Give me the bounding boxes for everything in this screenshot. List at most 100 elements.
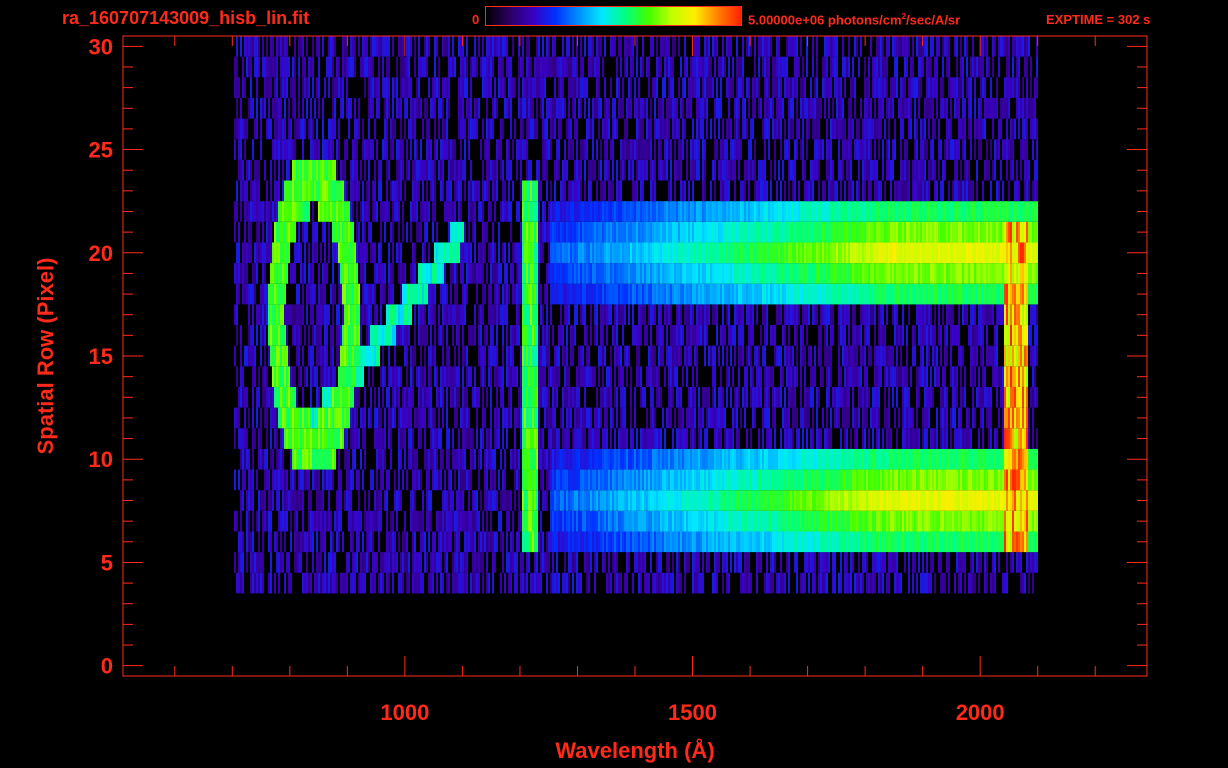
heatmap-cell [464,510,466,532]
heatmap-cell [342,572,344,594]
heatmap-cell [394,469,396,491]
heatmap-cell [756,386,758,408]
heatmap-cell [408,283,410,305]
heatmap-cell [488,345,490,367]
heatmap-cell [246,283,248,305]
heatmap-cell [298,242,300,264]
heatmap-cell [844,510,846,532]
heatmap-cell [264,325,266,346]
heatmap-cell [986,531,988,553]
heatmap-cell [826,469,828,491]
heatmap-cell [326,304,328,326]
heatmap-cell [952,490,954,511]
heatmap-cell [310,572,312,594]
heatmap-cell [630,283,632,305]
heatmap-cell [444,490,446,511]
heatmap-cell [572,531,574,553]
heatmap-cell [608,572,610,594]
heatmap-cell [872,428,874,449]
heatmap-cell [390,304,392,326]
heatmap-cell [378,510,380,532]
heatmap-cell [444,552,446,573]
heatmap-cell [678,283,680,305]
heatmap-cell [964,263,966,284]
heatmap-cell [708,283,710,305]
heatmap-cell [440,325,442,346]
heatmap-cell [774,552,776,573]
heatmap-cell [586,572,588,594]
heatmap-cell [510,345,512,367]
heatmap-cell [490,345,492,367]
heatmap-cell [652,469,654,491]
heatmap-cell [1008,283,1010,305]
heatmap-cell [956,386,958,408]
heatmap-cell [502,531,504,553]
heatmap-cell [836,510,838,532]
heatmap-cell [324,469,326,491]
heatmap-cell [556,572,558,594]
heatmap-cell [752,490,754,511]
heatmap-cell [904,490,906,511]
heatmap-cell [1020,428,1022,449]
heatmap-cell [696,510,698,532]
heatmap-cell [658,283,660,305]
heatmap-cell [680,469,682,491]
heatmap-cell [708,510,710,532]
heatmap-cell [546,283,548,305]
heatmap-cell [374,428,376,449]
heatmap-cell [490,366,492,387]
heatmap-cell [710,510,712,532]
heatmap-cell [388,428,390,449]
heatmap-cell [348,510,350,532]
heatmap-cell [718,386,720,408]
heatmap-cell [366,510,368,532]
heatmap-cell [488,490,490,511]
heatmap-cell [880,263,882,284]
heatmap-cell [864,531,866,553]
heatmap-cell [672,531,674,553]
heatmap-cell [276,552,278,573]
heatmap-cell [856,407,858,429]
heatmap-cell [302,304,304,326]
heatmap-cell [1034,325,1036,346]
heatmap-cell [814,552,816,573]
heatmap-cell [948,469,950,491]
heatmap-cell [722,304,724,326]
heatmap-cell [832,510,834,532]
heatmap-cell [334,510,336,532]
heatmap-cell [564,448,566,470]
heatmap-cell [722,572,724,594]
heatmap-cell [908,386,910,408]
heatmap-cell [812,531,814,553]
heatmap-cell [650,366,652,387]
heatmap-cell [874,490,876,511]
heatmap-cell [414,304,416,326]
heatmap-cell [556,552,558,573]
heatmap-cell [614,428,616,449]
heatmap-cell [708,263,710,284]
heatmap-cell [536,428,538,449]
heatmap-cell [900,469,902,491]
heatmap-cell [610,490,612,511]
heatmap-cell [424,428,426,449]
heatmap-cell [848,304,850,326]
heatmap-cell [538,448,540,470]
heatmap-cell [432,552,434,573]
heatmap-cell [852,325,854,346]
heatmap-cell [768,428,770,449]
heatmap-cell [558,469,560,491]
heatmap-cell [738,552,740,573]
heatmap-cell [766,263,768,284]
heatmap-cell [556,448,558,470]
heatmap-cell [432,531,434,553]
heatmap-cell [454,510,456,532]
heatmap-cell [276,325,278,346]
heatmap-cell [370,407,372,429]
heatmap-cell [564,572,566,594]
heatmap-cell [658,510,660,532]
heatmap-cell [618,345,620,367]
heatmap-cell [586,552,588,573]
heatmap-cell [998,304,1000,326]
heatmap-cell [438,263,440,284]
heatmap-cell [792,428,794,449]
